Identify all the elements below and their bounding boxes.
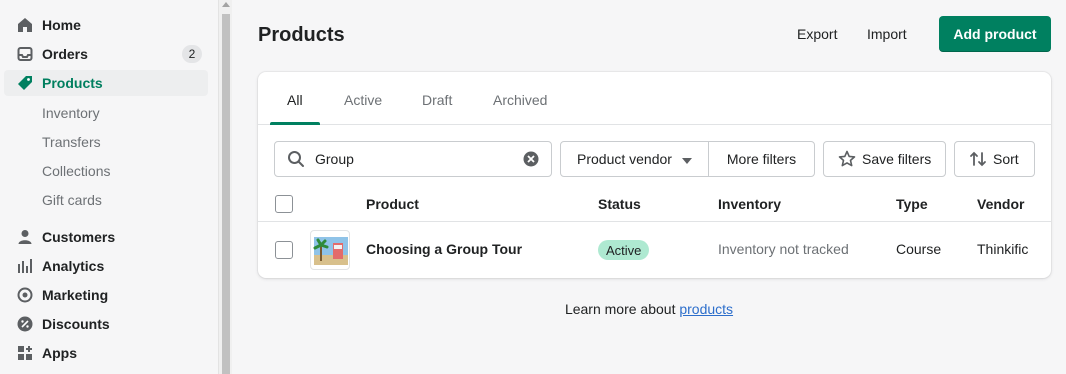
sidebar-item-label: Apps (42, 345, 77, 361)
tab-draft[interactable]: Draft (422, 92, 452, 108)
more-filters-label: More filters (726, 151, 797, 167)
tab-bar: All Active Draft Archived (258, 72, 1051, 125)
clear-search-icon[interactable] (523, 151, 539, 170)
apps-icon (16, 344, 34, 362)
sidebar-item-analytics[interactable]: Analytics (4, 253, 208, 279)
sort-button[interactable]: Sort (954, 141, 1035, 177)
sidebar-item-label: Discounts (42, 316, 110, 332)
tag-icon (16, 74, 34, 92)
search-field[interactable] (274, 141, 552, 177)
sidebar-scrollbar[interactable] (218, 0, 232, 374)
select-all-checkbox[interactable] (275, 195, 293, 213)
sidebar-item-label: Orders (42, 46, 88, 62)
active-tab-indicator (270, 122, 320, 125)
vendor-cell: Thinkific (977, 241, 1029, 257)
column-header-type[interactable]: Type (896, 196, 928, 212)
column-header-status[interactable]: Status (598, 196, 641, 212)
table-row[interactable]: Choosing a Group Tour Active Inventory n… (258, 222, 1051, 278)
column-header-vendor[interactable]: Vendor (977, 196, 1024, 212)
product-vendor-label: Product vendor (577, 151, 672, 167)
scroll-thumb[interactable] (222, 14, 230, 374)
sidebar-item-label: Home (42, 17, 81, 33)
column-header-product[interactable]: Product (366, 196, 419, 212)
sidebar-item-label: Analytics (42, 258, 105, 274)
scroll-up-arrow-icon[interactable] (222, 2, 230, 7)
caret-down-icon (681, 151, 692, 167)
more-filters-button[interactable]: More filters (708, 141, 815, 177)
discount-icon (16, 315, 34, 333)
orders-count-badge: 2 (182, 45, 202, 63)
learn-more-text: Learn more about products (0, 301, 1066, 317)
sidebar-item-orders[interactable]: Orders 2 (4, 41, 208, 67)
row-checkbox[interactable] (275, 241, 293, 259)
table-header: Product Status Inventory Type Vendor (258, 187, 1051, 222)
sidebar-item-label: Products (42, 75, 103, 91)
orders-icon (16, 45, 34, 63)
sidebar-subitem-gift-cards[interactable]: Gift cards (42, 192, 102, 208)
sidebar-subitem-inventory[interactable]: Inventory (42, 105, 100, 121)
bar-chart-icon (16, 257, 34, 275)
column-header-inventory[interactable]: Inventory (718, 196, 781, 212)
inventory-cell: Inventory not tracked (718, 241, 849, 257)
sidebar-item-products[interactable]: Products (4, 70, 208, 96)
search-icon (287, 150, 305, 171)
status-badge: Active (598, 240, 650, 260)
product-thumbnail[interactable] (310, 230, 350, 270)
person-icon (16, 228, 34, 246)
tab-archived[interactable]: Archived (493, 92, 547, 108)
sidebar-item-apps[interactable]: Apps (4, 340, 208, 366)
products-help-link[interactable]: products (679, 301, 733, 317)
sidebar-subitem-collections[interactable]: Collections (42, 163, 110, 179)
product-vendor-filter[interactable]: Product vendor (560, 141, 709, 177)
sidebar-item-customers[interactable]: Customers (4, 224, 208, 250)
tab-all[interactable]: All (287, 92, 303, 108)
sidebar-item-home[interactable]: Home (4, 12, 208, 38)
sidebar: Home Orders 2 Products Inventory Transfe… (0, 0, 218, 374)
sidebar-item-label: Customers (42, 229, 116, 245)
star-icon (838, 150, 856, 168)
import-button[interactable]: Import (867, 26, 907, 42)
sidebar-subitem-transfers[interactable]: Transfers (42, 134, 101, 150)
export-button[interactable]: Export (797, 26, 837, 42)
product-name[interactable]: Choosing a Group Tour (366, 241, 522, 257)
add-product-button[interactable]: Add product (939, 16, 1051, 52)
products-card: All Active Draft Archived Product vendor… (258, 72, 1051, 278)
home-icon (16, 16, 34, 34)
save-filters-button[interactable]: Save filters (823, 141, 946, 177)
learn-more-prefix: Learn more about (564, 301, 680, 317)
save-filters-label: Save filters (862, 151, 932, 167)
tab-active[interactable]: Active (344, 92, 382, 108)
sort-icon (969, 150, 987, 168)
page-title: Products (258, 24, 345, 46)
sort-label: Sort (993, 151, 1019, 167)
type-cell: Course (896, 241, 942, 257)
search-input[interactable] (315, 149, 515, 169)
